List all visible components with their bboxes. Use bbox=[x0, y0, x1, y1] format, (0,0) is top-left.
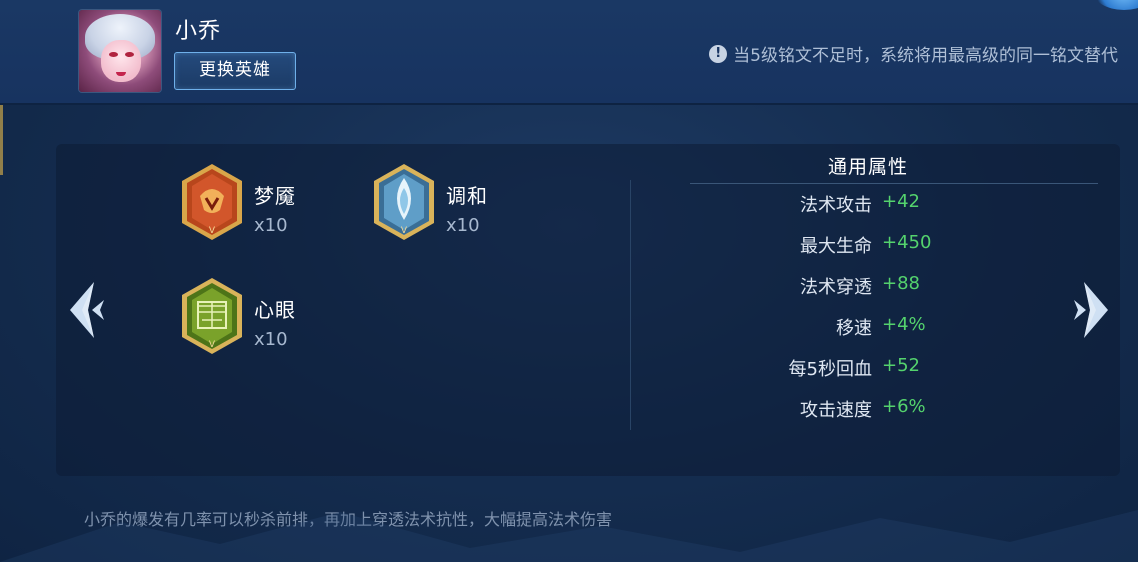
attributes-title-divider bbox=[690, 183, 1098, 184]
attribute-name: 法术穿透 bbox=[800, 277, 872, 298]
blue-inscription-icon: V bbox=[374, 164, 434, 240]
attributes-title: 通用属性 bbox=[828, 156, 909, 178]
exclamation-icon: ! bbox=[709, 44, 728, 63]
left-accent-bar bbox=[0, 105, 3, 175]
attribute-value: +4% bbox=[882, 314, 926, 335]
attribute-row: 最大生命 +450 bbox=[700, 227, 1000, 268]
inscription-item[interactable]: V 梦魇 x10 bbox=[178, 162, 296, 242]
panel-divider bbox=[630, 180, 631, 430]
attribute-row: 移速 +4% bbox=[700, 309, 1000, 350]
attribute-value: +52 bbox=[882, 355, 920, 376]
inscription-name: 调和 bbox=[446, 184, 488, 208]
prev-arrow-icon[interactable] bbox=[64, 278, 108, 342]
attribute-row: 法术穿透 +88 bbox=[700, 268, 1000, 309]
hero-avatar[interactable] bbox=[79, 10, 161, 92]
attribute-row: 攻击速度 +6% bbox=[700, 391, 1000, 432]
inscription-count: x10 bbox=[446, 215, 480, 236]
inscription-count: x10 bbox=[254, 329, 288, 350]
attribute-name: 攻击速度 bbox=[800, 400, 872, 421]
attributes-list: 法术攻击 +42 最大生命 +450 法术穿透 +88 移速 +4% 每5秒回血… bbox=[700, 186, 1000, 432]
hero-name: 小乔 bbox=[175, 19, 222, 44]
red-inscription-icon: V bbox=[182, 164, 242, 240]
green-inscription-icon: V bbox=[182, 278, 242, 354]
svg-text:V: V bbox=[209, 340, 216, 350]
change-hero-button[interactable]: 更换英雄 bbox=[174, 52, 296, 90]
attribute-row: 法术攻击 +42 bbox=[700, 186, 1000, 227]
inscription-name: 梦魇 bbox=[254, 184, 296, 208]
header-divider bbox=[0, 103, 1138, 105]
attribute-name: 最大生命 bbox=[800, 236, 872, 257]
attribute-name: 移速 bbox=[836, 318, 872, 339]
inscription-count: x10 bbox=[254, 215, 288, 236]
attribute-row: 每5秒回血 +52 bbox=[700, 350, 1000, 391]
attribute-value: +42 bbox=[882, 191, 920, 212]
attribute-value: +6% bbox=[882, 396, 926, 417]
notice-text: 当5级铭文不足时，系统将用最高级的同一铭文替代 bbox=[733, 46, 1118, 66]
next-arrow-icon[interactable] bbox=[1070, 278, 1114, 342]
svg-text:V: V bbox=[401, 226, 408, 236]
background-mountains bbox=[0, 510, 1138, 562]
inscription-item[interactable]: V 心眼 x10 bbox=[178, 276, 296, 356]
attribute-value: +450 bbox=[882, 232, 932, 253]
notice: ! 当5级铭文不足时，系统将用最高级的同一铭文替代 bbox=[709, 41, 1118, 66]
svg-text:V: V bbox=[209, 226, 216, 236]
inscription-name: 心眼 bbox=[254, 298, 296, 322]
attribute-value: +88 bbox=[882, 273, 920, 294]
inscription-item[interactable]: V 调和 x10 bbox=[370, 162, 488, 242]
attribute-name: 每5秒回血 bbox=[788, 359, 872, 380]
attribute-name: 法术攻击 bbox=[800, 195, 872, 216]
